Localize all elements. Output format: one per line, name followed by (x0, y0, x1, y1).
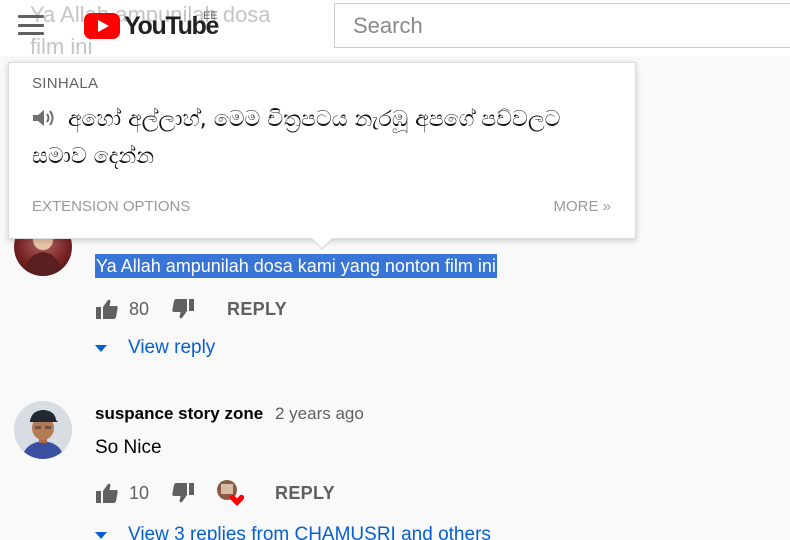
like-count: 80 (129, 298, 150, 319)
youtube-comments-page: Ya Allah ampunilah dosa film ini YouTube… (0, 0, 790, 540)
view-replies-button[interactable]: View reply (95, 337, 215, 359)
translation-language: SINHALA (32, 75, 99, 92)
avatar-image (14, 401, 72, 459)
speaker-icon[interactable] (32, 108, 58, 128)
comment-text: So Nice (95, 437, 162, 458)
menu-icon[interactable] (18, 15, 44, 35)
chevron-down-icon (95, 344, 107, 352)
reply-button[interactable]: REPLY (275, 483, 335, 504)
creator-heart-icon (217, 480, 245, 506)
comment-text: Ya Allah ampunilah dosa kami yang nonton… (95, 254, 497, 278)
like-count: 10 (129, 482, 150, 503)
youtube-logo[interactable]: YouTube (84, 11, 219, 41)
comment-actions: 80 REPLY (95, 294, 287, 324)
background-text: film ini (30, 34, 93, 59)
translation-text-block: අහෝ අල්ලාහ්, මෙම චිත්‍රපටය නැරඹූ අපගේ පව… (32, 101, 622, 175)
like-icon[interactable] (95, 298, 119, 320)
translation-popup: SINHALA අහෝ අල්ලාහ්, මෙම චිත්‍රපටය නැරඹූ… (8, 62, 636, 239)
top-bar: Ya Allah ampunilah dosa film ini YouTube… (0, 0, 790, 59)
extension-options-link[interactable]: EXTENSION OPTIONS (32, 198, 190, 215)
comment-author[interactable]: suspance story zone (95, 404, 263, 424)
comment-actions: 10 REPLY (95, 478, 335, 508)
more-link[interactable]: MORE » (553, 198, 611, 215)
chevron-down-icon (95, 531, 107, 539)
dislike-icon[interactable] (171, 482, 195, 504)
view-replies-label: View reply (128, 337, 216, 358)
dislike-icon[interactable] (171, 298, 195, 320)
youtube-play-icon (84, 13, 120, 39)
search-input[interactable] (334, 3, 790, 48)
region-code: EE (203, 10, 218, 22)
reply-button[interactable]: REPLY (227, 299, 287, 320)
translation-text: අහෝ අල්ලාහ්, මෙම චිත්‍රපටය නැරඹූ අපගේ පව… (32, 107, 561, 169)
popup-pointer-fill (311, 237, 333, 248)
avatar[interactable] (14, 401, 72, 459)
view-replies-button[interactable]: View 3 replies from CHAMUSRI and others (95, 524, 491, 540)
view-replies-label: View 3 replies from CHAMUSRI and others (128, 524, 491, 540)
like-icon[interactable] (95, 482, 119, 504)
comment-timestamp[interactable]: 2 years ago (275, 404, 364, 424)
